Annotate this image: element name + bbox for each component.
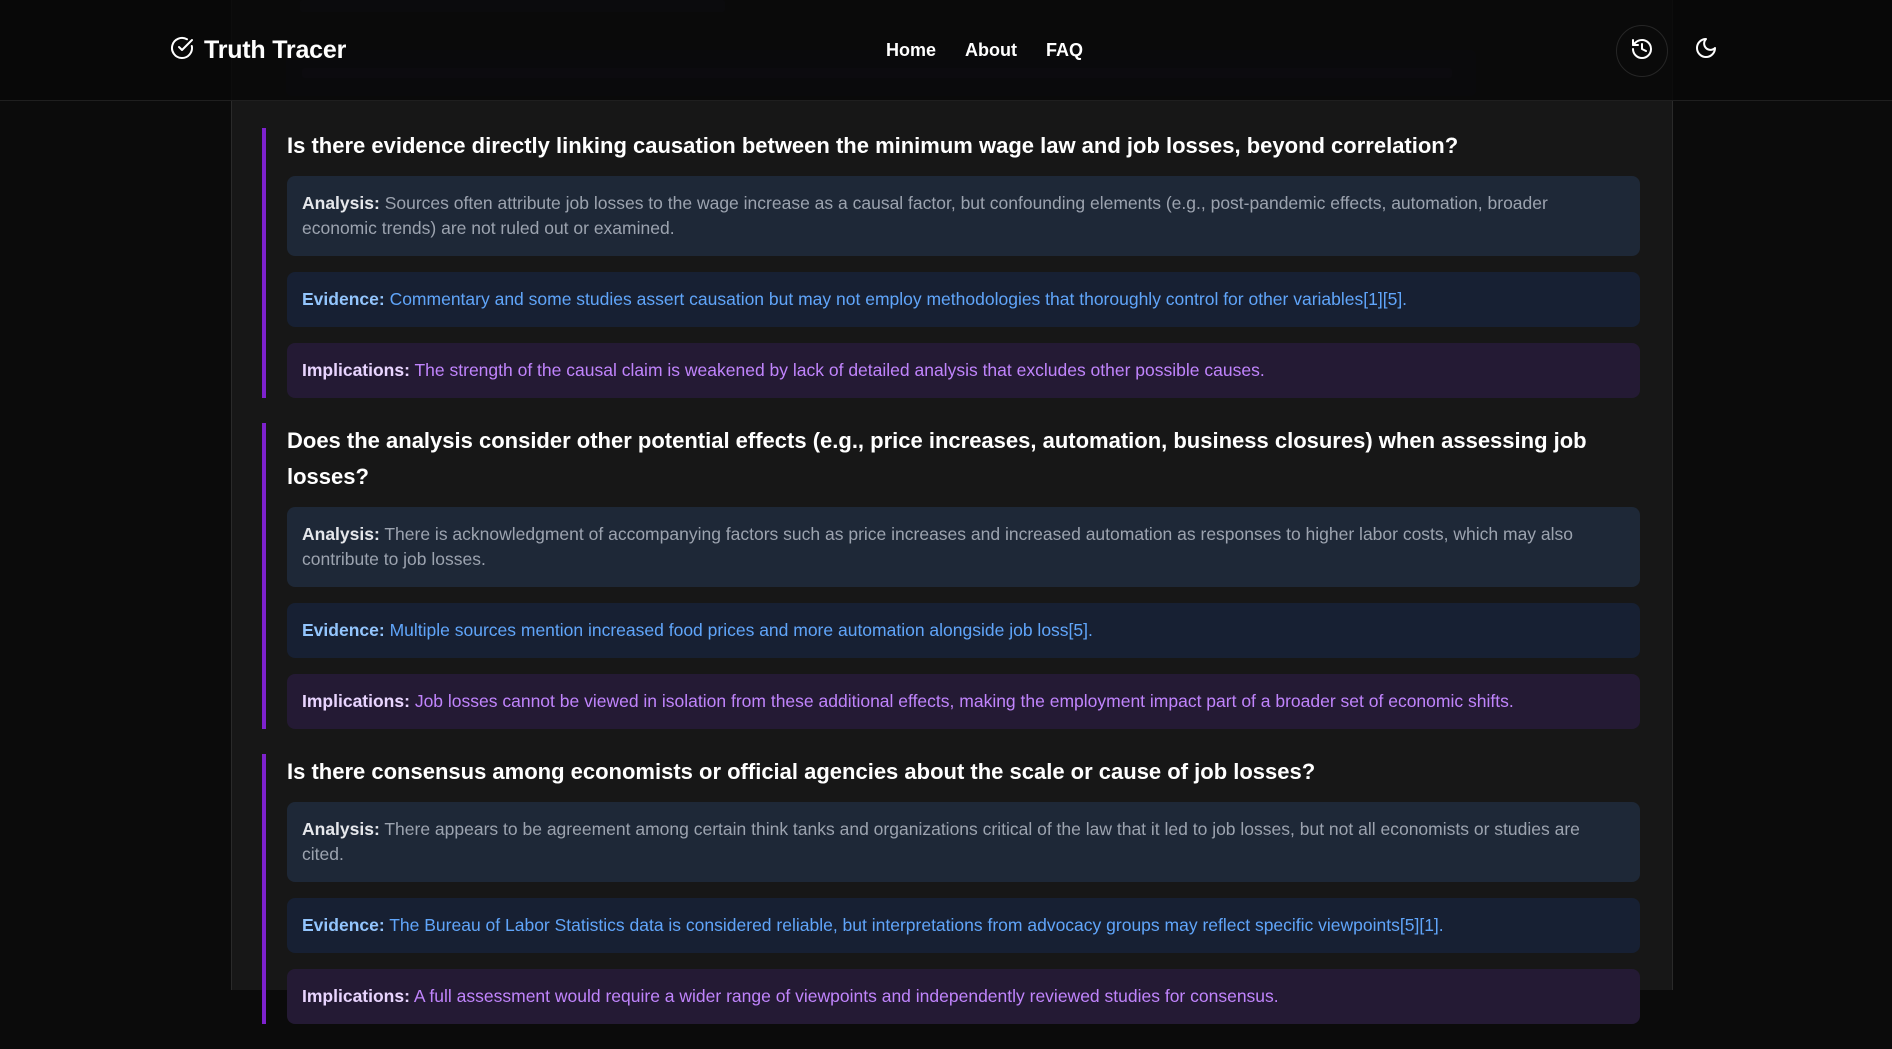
top-navbar: Truth Tracer Home About FAQ (0, 0, 1892, 101)
evidence-box: Evidence: Multiple sources mention incre… (287, 603, 1640, 658)
evidence-text: Multiple sources mention increased food … (389, 620, 1093, 640)
nav-home-link[interactable]: Home (886, 40, 936, 61)
analysis-text: There appears to be agreement among cert… (302, 819, 1580, 864)
moon-icon (1694, 36, 1718, 65)
question-title: Does the analysis consider other potenti… (287, 428, 1587, 489)
analysis-content: Is there evidence directly linking causa… (262, 128, 1640, 1049)
analysis-text: There is acknowledgment of accompanying … (302, 524, 1574, 569)
analysis-box: Analysis: There appears to be agreement … (287, 802, 1640, 882)
logo-link[interactable]: Truth Tracer (170, 36, 346, 65)
evidence-text: The Bureau of Labor Statistics data is c… (389, 915, 1444, 935)
history-button[interactable] (1616, 25, 1668, 77)
evidence-box: Evidence: Commentary and some studies as… (287, 272, 1640, 327)
analysis-label: Analysis: (302, 193, 380, 213)
implications-label: Implications: (302, 691, 410, 711)
implications-box: Implications: Job losses cannot be viewe… (287, 674, 1640, 729)
implications-label: Implications: (302, 986, 410, 1006)
analysis-text: Sources often attribute job losses to th… (302, 193, 1548, 238)
question-section: Is there evidence directly linking causa… (262, 128, 1640, 398)
implications-text: Job losses cannot be viewed in isolation… (414, 691, 1514, 711)
evidence-text: Commentary and some studies assert causa… (389, 289, 1408, 309)
app-name: Truth Tracer (204, 36, 347, 64)
main-nav: Home About FAQ (886, 40, 1083, 61)
analysis-box: Analysis: There is acknowledgment of acc… (287, 507, 1640, 587)
question-section: Does the analysis consider other potenti… (262, 423, 1640, 729)
nav-about-link[interactable]: About (965, 40, 1017, 61)
evidence-label: Evidence: (302, 620, 385, 640)
question-section: Is there consensus among economists or o… (262, 754, 1640, 1024)
analysis-label: Analysis: (302, 524, 380, 544)
question-title: Is there evidence directly linking causa… (287, 133, 1459, 158)
implications-box: Implications: A full assessment would re… (287, 969, 1640, 1024)
implications-label: Implications: (302, 360, 410, 380)
analysis-box: Analysis: Sources often attribute job lo… (287, 176, 1640, 256)
implications-text: A full assessment would require a wider … (413, 986, 1279, 1006)
implications-box: Implications: The strength of the causal… (287, 343, 1640, 398)
history-icon (1630, 37, 1654, 66)
nav-faq-link[interactable]: FAQ (1046, 40, 1083, 61)
implications-text: The strength of the causal claim is weak… (414, 360, 1265, 380)
evidence-box: Evidence: The Bureau of Labor Statistics… (287, 898, 1640, 953)
check-circle-icon (170, 36, 194, 65)
analysis-label: Analysis: (302, 819, 380, 839)
evidence-label: Evidence: (302, 289, 385, 309)
theme-toggle-button[interactable] (1693, 37, 1719, 63)
evidence-label: Evidence: (302, 915, 385, 935)
question-title: Is there consensus among economists or o… (287, 759, 1316, 784)
